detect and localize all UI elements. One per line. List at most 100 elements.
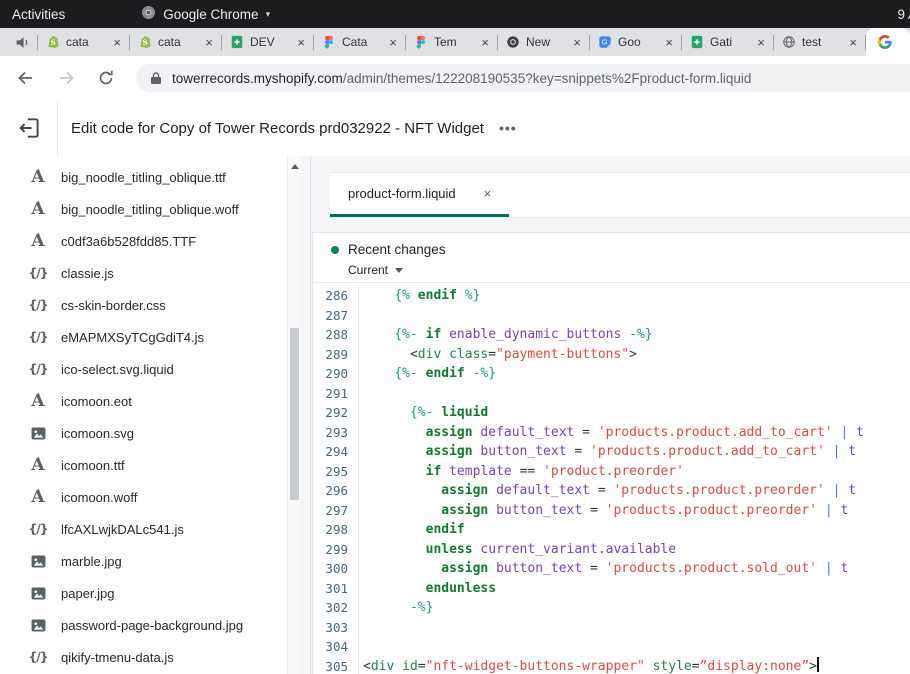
more-actions-button[interactable]: ••• [499, 120, 517, 136]
code-line: 296 assign default_text = 'products.prod… [313, 481, 910, 501]
file-item[interactable]: Aicomoon.ttf [0, 449, 287, 481]
browser-tab-title: New [526, 35, 567, 49]
browser-tab[interactable]: test× [774, 28, 865, 56]
tab-close-icon[interactable]: × [297, 35, 305, 50]
code-line: 289 <div class="payment-buttons"> [313, 345, 910, 365]
code-editor[interactable]: 286 {% endif %}287288 {%- if enable_dyna… [313, 284, 910, 674]
file-item[interactable]: Aicomoon.eot [0, 385, 287, 417]
file-item[interactable]: {/}ico-select.svg.liquid [0, 353, 287, 385]
code-line-content: <div class="payment-buttons"> [359, 345, 637, 365]
screen: Activities Google Chrome ▾ 9 A Scata×Sca… [0, 0, 910, 674]
browser-tab[interactable]: Gati× [682, 28, 773, 56]
file-item[interactable]: password-page-background.jpg [0, 609, 287, 641]
file-name: c0df3a6b528fdd85.TTF [61, 234, 196, 249]
sidebar-scrollbar[interactable] [287, 156, 301, 674]
file-name: lfcAXLwjkDALc541.js [61, 522, 184, 537]
editor-tab-product-form[interactable]: product-form.liquid × [330, 173, 509, 217]
address-bar[interactable]: towerrecords.myshopify.com/admin/themes/… [136, 64, 910, 92]
line-number: 301 [313, 579, 359, 599]
file-item[interactable]: {/}eMAPMXSyTCgGdiT4.js [0, 321, 287, 353]
scroll-up-icon[interactable] [291, 160, 299, 169]
google-icon [878, 35, 892, 49]
file-item[interactable]: {/}lfcAXLwjkDALc541.js [0, 513, 287, 545]
page-header: Edit code for Copy of Tower Records prd0… [0, 100, 910, 157]
code-line: 290 {%- endif -%} [313, 364, 910, 384]
header-divider [57, 101, 58, 156]
line-number: 299 [313, 540, 359, 560]
file-item[interactable]: paper.jpg [0, 577, 287, 609]
tab-close-icon[interactable]: × [573, 35, 581, 50]
tab-close-icon[interactable]: × [205, 35, 213, 50]
tab-close-icon[interactable]: × [665, 35, 673, 50]
editor-main: product-form.liquid × Recent changes Cur… [300, 156, 910, 674]
code-line-content [359, 306, 363, 326]
chevron-down-icon: ▾ [266, 9, 271, 20]
clock[interactable]: 9 A [897, 7, 910, 22]
file-name: password-page-background.jpg [61, 618, 243, 633]
line-number: 296 [313, 481, 359, 501]
lock-icon[interactable] [150, 71, 162, 85]
browser-tab[interactable]: Tem× [406, 28, 497, 56]
browser-tab-title: Goo [618, 35, 659, 49]
file-name: ico-select.svg.liquid [61, 362, 174, 377]
browser-tab-active[interactable] [866, 28, 910, 56]
file-item[interactable]: marble.jpg [0, 545, 287, 577]
reload-button[interactable] [96, 68, 116, 88]
figma-icon [414, 35, 428, 49]
font-file-icon: A [28, 169, 48, 186]
file-name: marble.jpg [61, 554, 122, 569]
browser-tab[interactable]: DEV × [222, 28, 313, 56]
file-item[interactable]: Abig_noodle_titling_oblique.woff [0, 193, 287, 225]
font-file-icon: A [28, 457, 48, 474]
scrollbar-thumb[interactable] [290, 328, 299, 500]
browser-tab-title: DEV [250, 35, 291, 49]
file-item[interactable]: Ac0df3a6b528fdd85.TTF [0, 225, 287, 257]
recent-changes-label: Recent changes [348, 242, 446, 257]
font-file-icon: A [28, 201, 48, 218]
forward-button[interactable] [56, 68, 76, 88]
code-line: 286 {% endif %} [313, 286, 910, 306]
globe-icon [782, 35, 796, 49]
code-line-content [359, 618, 363, 638]
tab-close-icon[interactable]: × [389, 35, 397, 50]
tab-close-icon[interactable]: × [757, 35, 765, 50]
activities-button[interactable]: Activities [12, 7, 65, 22]
sidebar-main-divider [310, 156, 311, 674]
tab-close-icon[interactable]: × [113, 35, 121, 50]
code-line-content: unless current_variant.available [359, 540, 676, 560]
exit-code-editor-icon[interactable] [17, 115, 43, 141]
tab-close-icon[interactable]: × [484, 186, 492, 201]
url-host: towerrecords.myshopify.com [172, 71, 343, 86]
back-button[interactable] [16, 68, 36, 88]
line-number: 300 [313, 559, 359, 579]
version-dropdown[interactable]: Current [348, 263, 428, 277]
editor-tab-bar: product-form.liquid × [330, 172, 910, 218]
line-number: 287 [313, 306, 359, 326]
file-item[interactable]: Aicomoon.woff [0, 481, 287, 513]
file-item[interactable]: Abig_noodle_titling_oblique.ttf [0, 161, 287, 193]
file-list-sidebar: Abig_noodle_titling_oblique.ttfAbig_nood… [0, 156, 287, 674]
speaker-icon [14, 34, 31, 51]
shopify-icon: S [46, 35, 60, 49]
browser-tab[interactable]: New × [498, 28, 589, 56]
app-menu[interactable]: Google Chrome ▾ [141, 5, 270, 23]
editor-tab-label: product-form.liquid [348, 186, 456, 201]
file-item[interactable]: icomoon.svg [0, 417, 287, 449]
file-item[interactable]: {/}classie.js [0, 257, 287, 289]
file-name: icomoon.woff [61, 490, 137, 505]
file-item[interactable]: {/}cs-skin-border.css [0, 289, 287, 321]
line-number: 294 [313, 442, 359, 462]
browser-tab[interactable]: GGoo× [590, 28, 681, 56]
code-line: 305<div id="nft-widget-buttons-wrapper" … [313, 657, 910, 674]
code-line-content: <div id="nft-widget-buttons-wrapper" sty… [359, 657, 819, 674]
browser-tab[interactable]: Scata× [38, 28, 129, 56]
browser-tab[interactable]: Scata× [130, 28, 221, 56]
code-line-content: if template == 'product.preorder' [359, 462, 684, 482]
tab-close-icon[interactable]: × [481, 35, 489, 50]
code-line: 300 assign button_text = 'products.produ… [313, 559, 910, 579]
tab-close-icon[interactable]: × [849, 35, 857, 50]
browser-tab[interactable]: Cata× [314, 28, 405, 56]
file-item[interactable]: {/}qikify-tmenu-data.js [0, 641, 287, 673]
code-line-content: endunless [359, 579, 496, 599]
browser-tab-title: cata [158, 35, 199, 49]
